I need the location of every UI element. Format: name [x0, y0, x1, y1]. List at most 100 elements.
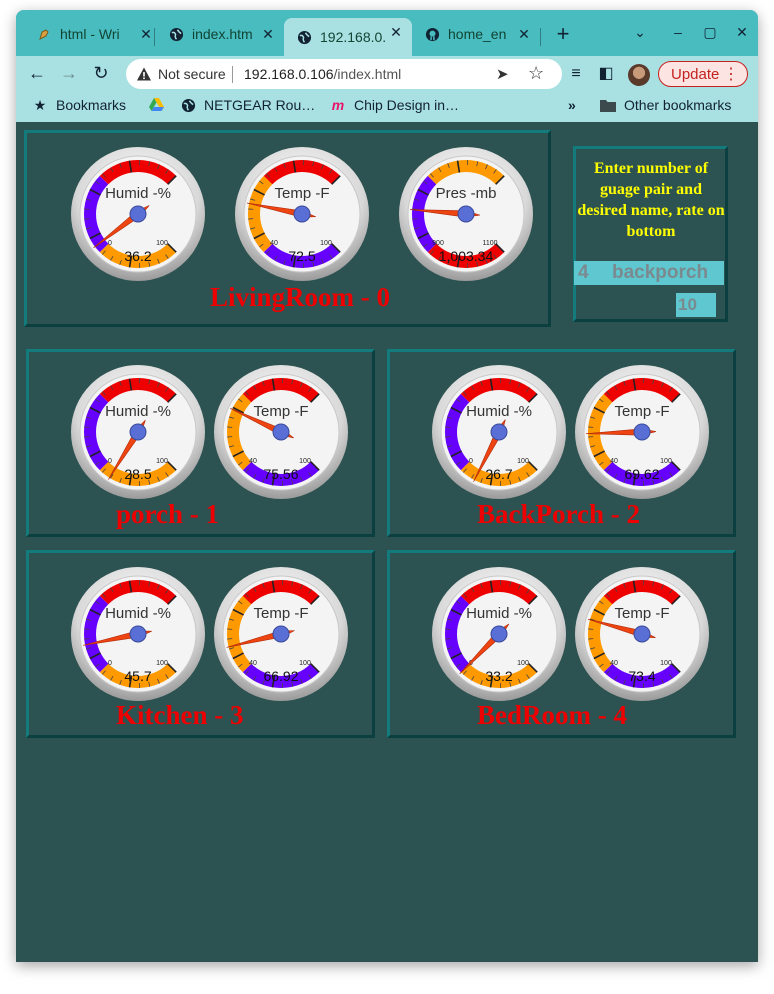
room-label: LivingRoom - 0 [210, 282, 391, 312]
update-button[interactable]: Update ⋮ [658, 61, 748, 87]
bookmark-netgear[interactable]: NETGEAR Rou… [180, 97, 315, 113]
gauge-max-label: 100 [156, 458, 168, 465]
tab-title: index.htm [192, 26, 253, 42]
gauge-min-label: 40 [270, 240, 278, 247]
gauge-dial: Humid -% 0 100 36.2 [71, 147, 205, 281]
pen-nib-icon [36, 26, 52, 42]
tab-strip: html - Wri ✕ index.htm ✕ 192.168.0. ✕ ho… [16, 10, 758, 56]
more-bookmarks-icon[interactable]: » [568, 97, 576, 113]
maximize-icon[interactable]: ▢ [700, 22, 720, 42]
room-label: Kitchen - 3 [116, 700, 244, 730]
address-bar[interactable]: Not secure 192.168.0.106/index.html ➤ ☆ [126, 59, 562, 89]
browser-window: html - Wri ✕ index.htm ✕ 192.168.0. ✕ ho… [16, 10, 758, 962]
browser-chrome: html - Wri ✕ index.htm ✕ 192.168.0. ✕ ho… [16, 10, 758, 122]
security-label[interactable]: Not secure [158, 66, 226, 82]
back-arrow-icon[interactable]: ← [26, 62, 48, 84]
gauge-value: 75.56 [263, 466, 298, 482]
tab-title: home_en [448, 26, 507, 42]
gauge-min-label: 0 [108, 240, 112, 247]
close-window-icon[interactable]: ✕ [732, 22, 752, 42]
gauge: Temp -F 40 100 69.62 [574, 364, 710, 500]
needle-hub [633, 625, 651, 643]
needle-hub [272, 423, 290, 441]
bookmarks-button[interactable]: ★ Bookmarks [32, 96, 127, 114]
send-to-device-icon[interactable]: ➤ [496, 65, 514, 83]
gauge-max-label: 100 [156, 660, 168, 667]
gauge-title: Humid -% [466, 403, 532, 420]
side-panel-icon[interactable]: ◧ [596, 64, 616, 84]
google-drive-icon [148, 97, 164, 113]
tab-separator [154, 28, 155, 46]
gauge-max-label: 1100 [482, 240, 497, 247]
gauge-max-label: 100 [660, 660, 672, 667]
needle-hub [457, 205, 475, 223]
url-path: /index.html [333, 66, 402, 82]
gauge-min-label: 0 [108, 458, 112, 465]
page-content: Enter number of guage pair and desired n… [16, 122, 758, 962]
tab-index-html[interactable]: index.htm ✕ [156, 20, 284, 48]
gauge-dial: Humid -% 0 100 45.7 [71, 567, 205, 701]
gauge-min-label: 0 [469, 458, 473, 465]
gauge-title: Humid -% [466, 605, 532, 622]
other-bookmarks[interactable]: Other bookmarks [600, 97, 731, 113]
close-icon[interactable]: ✕ [516, 26, 532, 42]
bookmark-star-icon[interactable]: ☆ [528, 63, 548, 83]
config-instructions: Enter number of guage pair and desired n… [577, 160, 725, 240]
room-label: BackPorch - 2 [477, 499, 640, 529]
tab-github[interactable]: home_en ✕ [412, 20, 540, 48]
gauge-title: Pres -mb [436, 185, 497, 202]
gauge-value: 28.5 [124, 466, 151, 482]
reload-icon[interactable]: ↻ [90, 62, 112, 84]
globe-icon [180, 97, 196, 113]
gauge-value: 45.7 [124, 668, 151, 684]
minimize-icon[interactable]: – [668, 22, 688, 42]
folder-icon [600, 97, 616, 113]
gauge-title: Temp -F [614, 605, 669, 622]
gauge-min-label: 900 [432, 240, 444, 247]
tab-title: 192.168.0. [320, 29, 387, 45]
reading-list-icon[interactable]: ≡ [566, 64, 586, 84]
needle-hub [129, 205, 147, 223]
gauge-title: Temp -F [614, 403, 669, 420]
gauge: Temp -F 40 100 66.92 [213, 566, 349, 702]
gauge-title: Temp -F [253, 403, 308, 420]
gauge-title: Humid -% [105, 403, 171, 420]
room-label: porch - 1 [116, 499, 220, 529]
gauge-dial: Humid -% 0 100 28.5 [71, 365, 205, 499]
gauge-title: Humid -% [105, 185, 171, 202]
avatar[interactable] [628, 64, 650, 86]
gauge-count-input[interactable]: 4 [574, 261, 602, 285]
tab-html-editor[interactable]: html - Wri ✕ [24, 20, 162, 48]
new-tab-button[interactable]: + [552, 23, 574, 46]
google-drive-bookmark[interactable] [148, 97, 172, 113]
room-label: BedRoom - 4 [477, 700, 627, 730]
gauge: Humid -% 0 100 26.7 [431, 364, 567, 500]
bookmarks-label: Bookmarks [56, 97, 127, 113]
close-icon[interactable]: ✕ [138, 26, 154, 42]
gauge-dial: Temp -F 40 10069.62 [575, 365, 709, 499]
gauge-value: 26.7 [485, 466, 512, 482]
gauge-title: Temp -F [274, 185, 329, 202]
forward-arrow-icon[interactable]: → [58, 62, 80, 84]
tab-active-page[interactable]: 192.168.0. ✕ [284, 18, 412, 56]
url-text[interactable]: 192.168.0.106/index.html [244, 66, 401, 82]
gauge-value: 69.62 [624, 466, 659, 482]
close-icon[interactable]: ✕ [388, 24, 404, 40]
close-icon[interactable]: ✕ [260, 26, 276, 42]
rate-input[interactable]: 10 [676, 293, 716, 317]
gauge-value: 36.2 [124, 248, 151, 264]
tab-separator [540, 28, 541, 46]
bookmark-chip-design[interactable]: m Chip Design in… [330, 97, 459, 113]
gauge: Temp -F 40 100 75.56 [213, 364, 349, 500]
star-icon: ★ [33, 96, 47, 113]
needle-hub [129, 625, 147, 643]
gauge-dial: Humid -% 0 100 26.7 [432, 365, 566, 499]
needle-hub [633, 423, 651, 441]
gauge-max-label: 100 [320, 240, 332, 247]
gauge-min-label: 40 [610, 458, 618, 465]
tab-search-icon[interactable]: ⌄ [630, 22, 650, 42]
gauge-title: Temp -F [253, 605, 308, 622]
gauge-dial: Pres -mb 900 11001,003.34 [399, 147, 533, 281]
gauge-max-label: 100 [517, 458, 529, 465]
name-input[interactable]: backporch [602, 261, 724, 285]
